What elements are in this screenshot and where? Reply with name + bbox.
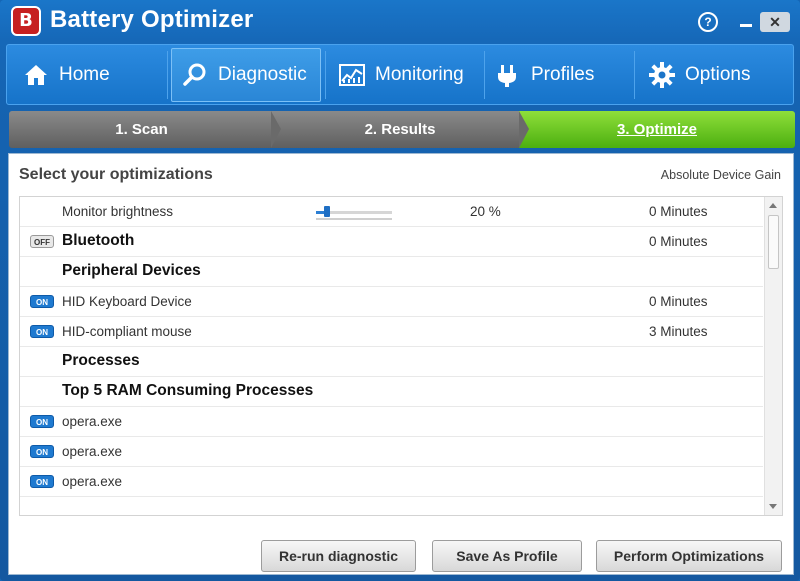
- gain-column-header: Absolute Device Gain: [660, 168, 781, 182]
- main-nav: Home Diagnostic Monitoring Profiles Opti…: [6, 44, 794, 105]
- toggle-on[interactable]: ON: [30, 295, 54, 308]
- plug-icon: [493, 60, 523, 90]
- row-gain: 0 Minutes: [649, 294, 708, 309]
- gear-icon: [647, 60, 677, 90]
- row-label: Monitor brightness: [62, 204, 174, 219]
- slider-thumb[interactable]: [324, 206, 331, 217]
- step-scan[interactable]: 1. Scan: [9, 111, 274, 148]
- rerun-diagnostic-button[interactable]: Re-run diagnostic: [261, 540, 416, 572]
- row-label: opera.exe: [62, 444, 123, 459]
- list-item: OFF Bluetooth 0 Minutes: [20, 227, 763, 257]
- nav-item-options[interactable]: Options: [647, 48, 787, 102]
- toggle-on[interactable]: ON: [30, 445, 54, 458]
- title-bar: B Battery Optimizer ? ✕: [0, 0, 800, 44]
- step-separator: [271, 111, 281, 148]
- panel-title: Select your optimizations: [19, 166, 213, 183]
- slider-baseline: [316, 218, 392, 220]
- nav-label-options: Options: [685, 64, 751, 85]
- list-item: ON opera.exe: [20, 407, 763, 437]
- list-item-section: Top 5 RAM Consuming Processes: [20, 377, 763, 407]
- nav-item-monitoring[interactable]: Monitoring: [337, 48, 487, 102]
- row-gain: 0 Minutes: [649, 204, 708, 219]
- help-icon[interactable]: ?: [698, 12, 718, 32]
- monitoring-chart-icon: [337, 60, 367, 90]
- search-icon: [180, 60, 210, 90]
- app-window: B Battery Optimizer ? ✕ Home Diagnostic …: [0, 0, 800, 581]
- section-label: Peripheral Devices: [62, 262, 201, 279]
- wizard-steps: 1. Scan 2. Results 3. Optimize: [9, 111, 795, 148]
- scroll-thumb[interactable]: [768, 215, 779, 269]
- nav-label-monitoring: Monitoring: [375, 64, 464, 85]
- list-scrollbar[interactable]: [764, 197, 782, 515]
- section-label: Top 5 RAM Consuming Processes: [62, 382, 314, 399]
- brightness-slider[interactable]: [316, 206, 392, 222]
- list-item: ON HID-compliant mouse 3 Minutes: [20, 317, 763, 347]
- row-label: HID-compliant mouse: [62, 324, 192, 339]
- step-optimize-label: 3. Optimize: [616, 121, 698, 138]
- close-button[interactable]: ✕: [760, 12, 790, 32]
- home-icon: [21, 60, 51, 90]
- row-label: opera.exe: [62, 474, 123, 489]
- nav-label-diagnostic: Diagnostic: [218, 64, 307, 85]
- toggle-on[interactable]: ON: [30, 325, 54, 338]
- section-label: Processes: [62, 352, 140, 369]
- list-item: Monitor brightness 20 % 0 Minutes: [20, 197, 763, 227]
- row-label: opera.exe: [62, 414, 123, 429]
- toggle-off[interactable]: OFF: [30, 235, 54, 248]
- step-results[interactable]: 2. Results: [271, 111, 529, 148]
- step-scan-label: 1. Scan: [115, 121, 168, 138]
- nav-label-profiles: Profiles: [531, 64, 595, 85]
- nav-label-home: Home: [59, 64, 110, 85]
- list-item: ON HID Keyboard Device 0 Minutes: [20, 287, 763, 317]
- nav-item-profiles[interactable]: Profiles: [493, 48, 633, 102]
- row-value: 20 %: [470, 204, 501, 219]
- row-gain: 0 Minutes: [649, 234, 708, 249]
- app-logo: B: [11, 6, 41, 36]
- scroll-down-arrow-icon[interactable]: [769, 504, 777, 509]
- row-gain: 3 Minutes: [649, 324, 708, 339]
- list-item: ON opera.exe: [20, 467, 763, 497]
- nav-item-diagnostic[interactable]: Diagnostic: [171, 48, 321, 102]
- optimizations-panel: Select your optimizations Absolute Devic…: [8, 153, 794, 575]
- list-item: ON opera.exe: [20, 437, 763, 467]
- row-label: HID Keyboard Device: [62, 294, 192, 309]
- step-results-label: 2. Results: [364, 121, 436, 138]
- nav-item-home[interactable]: Home: [21, 48, 171, 102]
- save-as-profile-button[interactable]: Save As Profile: [432, 540, 582, 572]
- app-title: Battery Optimizer: [50, 6, 254, 33]
- step-separator: [519, 111, 529, 148]
- toggle-on[interactable]: ON: [30, 415, 54, 428]
- list-item-section: Processes: [20, 347, 763, 377]
- optimizations-list[interactable]: Monitor brightness 20 % 0 Minutes OFF Bl…: [19, 196, 783, 516]
- list-item-section: Peripheral Devices: [20, 257, 763, 287]
- toggle-on[interactable]: ON: [30, 475, 54, 488]
- row-label: Bluetooth: [62, 232, 135, 249]
- minimize-button[interactable]: [737, 12, 755, 32]
- step-optimize[interactable]: 3. Optimize: [519, 111, 795, 148]
- perform-optimizations-button[interactable]: Perform Optimizations: [596, 540, 782, 572]
- scroll-up-arrow-icon[interactable]: [769, 203, 777, 208]
